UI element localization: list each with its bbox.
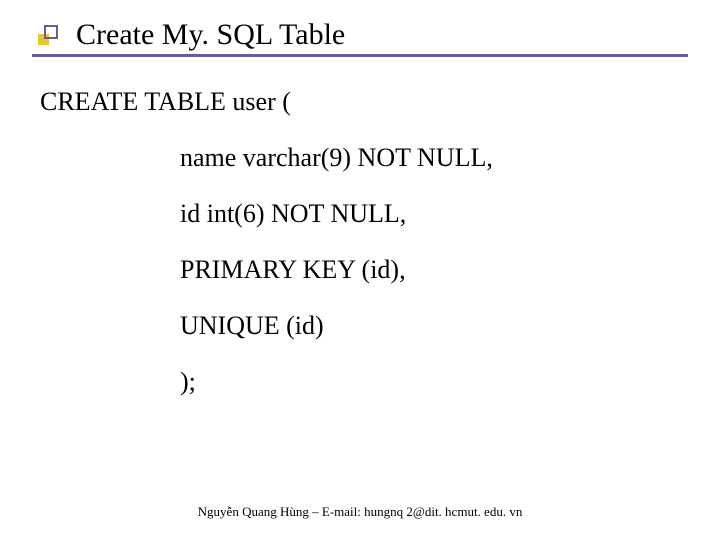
code-line-5: ); (180, 367, 680, 397)
code-line-3: PRIMARY KEY (id), (180, 255, 680, 285)
slide: Create My. SQL Table CREATE TABLE user (… (0, 0, 720, 540)
code-line-2: id int(6) NOT NULL, (180, 199, 680, 229)
slide-title: Create My. SQL Table (76, 18, 345, 52)
bullet-icon (38, 25, 58, 45)
code-line-4: UNIQUE (id) (180, 311, 680, 341)
code-line-1: name varchar(9) NOT NULL, (180, 143, 680, 173)
indented-block: name varchar(9) NOT NULL, id int(6) NOT … (40, 143, 680, 397)
slide-content: CREATE TABLE user ( name varchar(9) NOT … (0, 57, 720, 397)
code-line-0: CREATE TABLE user ( (40, 87, 680, 117)
title-row: Create My. SQL Table (0, 18, 720, 52)
footer-text: Nguyễn Quang Hùng – E-mail: hungnq 2@dit… (0, 504, 720, 520)
